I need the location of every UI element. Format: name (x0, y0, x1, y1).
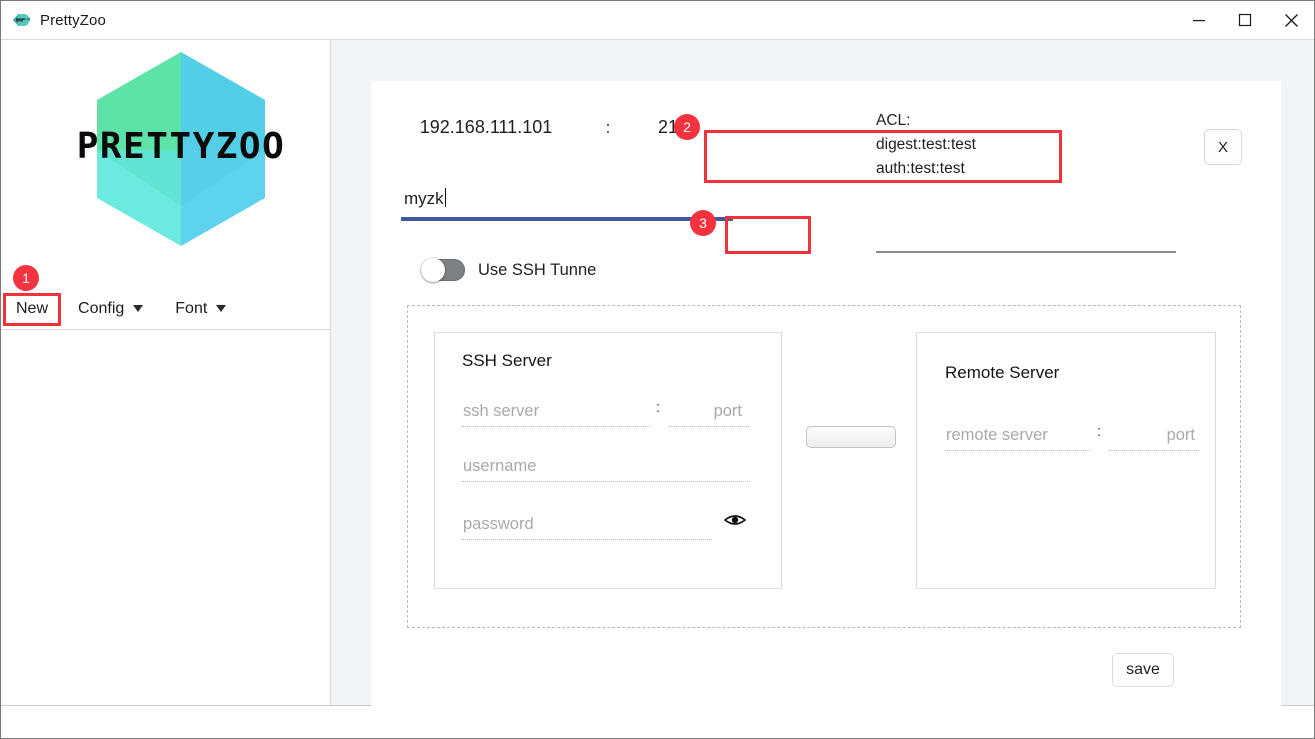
annotation-badge-2: 2 (674, 114, 700, 140)
sidebar-menu-bar: New Config Font (1, 288, 331, 330)
save-button[interactable]: save (1112, 653, 1174, 687)
remote-server-host-placeholder: remote server (946, 426, 1048, 444)
application-window: PrettyZoo PRETTYZOO New Config Font 1 19… (0, 0, 1315, 739)
ssh-server-panel: SSH Server ssh server : port username pa… (434, 332, 782, 589)
remote-server-title: Remote Server (945, 363, 1060, 382)
prettyzoo-logo: PRETTYZOO (59, 46, 303, 251)
title-bar: PrettyZoo (1, 1, 1314, 39)
ssh-tunnel-section: SSH Server ssh server : port username pa… (407, 305, 1241, 628)
close-icon (1284, 13, 1298, 27)
close-button[interactable] (1268, 1, 1314, 39)
ssh-password-input[interactable]: password (462, 508, 712, 540)
ssh-password-placeholder: password (463, 515, 534, 533)
title-bar-left: PrettyZoo (1, 10, 106, 30)
prettyzoo-cube-icon: PRETTYZOO (77, 52, 286, 246)
window-controls (1176, 1, 1314, 39)
toggle-knob (421, 258, 445, 282)
remote-server-port-input[interactable]: port (1109, 419, 1199, 451)
window-title: PrettyZoo (40, 11, 106, 29)
clear-acl-button[interactable]: X (1204, 129, 1242, 165)
ssh-server-host-placeholder: ssh server (463, 402, 540, 420)
maximize-button[interactable] (1222, 1, 1268, 39)
menu-item-new-label: New (16, 299, 49, 317)
ssh-username-input[interactable]: username (462, 450, 750, 482)
remote-server-panel: Remote Server remote server : port (916, 332, 1216, 589)
minimize-icon (1193, 20, 1205, 22)
ssh-username-placeholder: username (463, 457, 537, 475)
logo-wordmark: PRETTYZOO (77, 126, 286, 167)
maximize-icon (1238, 13, 1252, 27)
acl-input[interactable]: ACL: digest:test:test auth:test:test (876, 109, 1176, 253)
window-body: PRETTYZOO New Config Font 1 192.168.111.… (1, 39, 1314, 712)
annotation-badge-3: 3 (690, 210, 716, 236)
ssh-host-port-separator: : (656, 399, 661, 416)
menu-item-config-label: Config (78, 299, 125, 317)
ssh-server-port-placeholder: port (713, 402, 742, 420)
ssh-tunnel-toggle-row: Use SSH Tunne (421, 258, 597, 282)
prettyzoo-logo-icon (11, 10, 31, 30)
acl-entry: auth:test:test (876, 160, 965, 177)
connection-name-input[interactable]: myzk (401, 185, 733, 221)
remote-server-host-input[interactable]: remote server (945, 419, 1090, 451)
annotation-badge-1: 1 (13, 265, 39, 291)
ssh-server-host-input[interactable]: ssh server (462, 395, 650, 427)
chevron-down-icon (216, 305, 227, 312)
menu-item-font[interactable]: Font (168, 296, 233, 322)
toggle-password-visibility-button[interactable] (724, 510, 746, 530)
remote-server-port-placeholder: port (1166, 426, 1195, 444)
ssh-server-title: SSH Server (462, 351, 552, 370)
ssh-tunnel-label: Use SSH Tunne (478, 260, 597, 279)
text-cursor (444, 188, 446, 207)
minimize-button[interactable] (1176, 1, 1222, 39)
chevron-down-icon (133, 305, 144, 312)
menu-item-config[interactable]: Config (71, 296, 150, 322)
ssh-tunnel-toggle[interactable] (421, 258, 465, 282)
connection-name-value: myzk (404, 188, 446, 208)
content-area: 192.168.111.101 : 2181 myzk ACL: digest:… (331, 39, 1314, 712)
host-input[interactable]: 192.168.111.101 (376, 117, 596, 138)
host-port-separator: : (605, 117, 611, 137)
sidebar: PRETTYZOO New Config Font 1 (1, 39, 331, 705)
menu-item-font-label: Font (175, 299, 208, 317)
acl-label: ACL: (876, 112, 911, 129)
tunnel-connector-button[interactable] (806, 426, 896, 448)
menu-item-new[interactable]: New (9, 296, 55, 322)
ssh-server-port-input[interactable]: port (669, 395, 749, 427)
eye-icon (724, 515, 746, 525)
connection-form-card: 192.168.111.101 : 2181 myzk ACL: digest:… (371, 81, 1281, 712)
acl-entry: digest:test:test (876, 136, 976, 153)
remote-host-port-separator: : (1097, 423, 1102, 440)
